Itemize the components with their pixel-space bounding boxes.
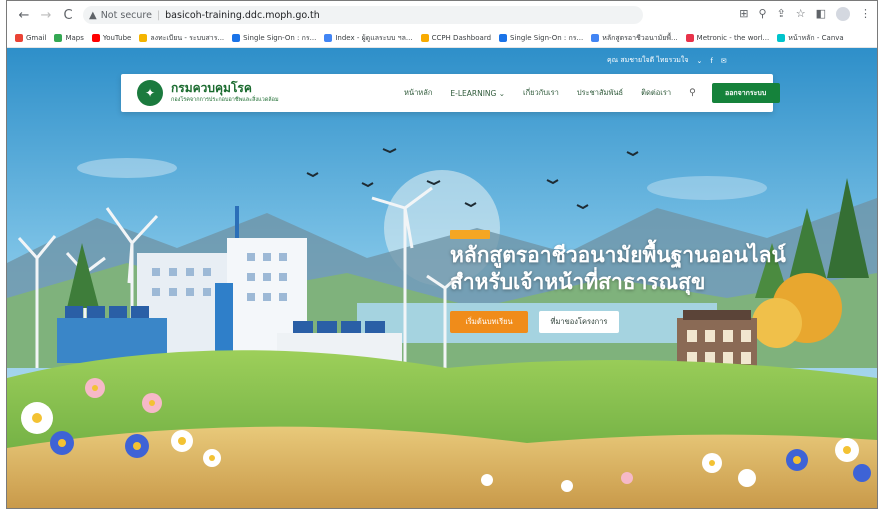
search-icon[interactable]: ⚲ bbox=[689, 88, 696, 98]
bookmark-item[interactable]: Single Sign-On : กร... bbox=[499, 33, 583, 44]
facebook-icon[interactable]: f bbox=[710, 57, 712, 65]
chevron-down-icon: ⌄ bbox=[498, 88, 506, 98]
bookmark-star-icon[interactable]: ☆ bbox=[796, 7, 806, 21]
bookmark-favicon-icon bbox=[591, 34, 600, 42]
browser-toolbar: ← → C ▲ Not secure | basicoh-training.dd… bbox=[7, 1, 877, 29]
bookmark-favicon-icon bbox=[499, 34, 508, 42]
bookmark-favicon-icon bbox=[91, 34, 100, 42]
utility-bar: คุณ สมชายใจดี ไทยรวมใจ ⌄ f ✉ bbox=[607, 55, 727, 66]
address-bar[interactable]: ▲ Not secure | basicoh-training.ddc.moph… bbox=[83, 6, 643, 24]
ddc-logo-icon[interactable]: ✦ bbox=[137, 80, 163, 106]
hero-tag bbox=[450, 230, 490, 239]
bookmark-favicon-icon bbox=[777, 34, 786, 42]
menu-item-home[interactable]: หน้าหลัก bbox=[404, 87, 432, 99]
zoom-icon[interactable]: ⚲ bbox=[758, 7, 766, 21]
bookmark-item[interactable]: CCPH Dashboard bbox=[420, 34, 491, 42]
bookmark-favicon-icon bbox=[232, 34, 241, 42]
bookmark-item[interactable]: Gmail bbox=[15, 34, 46, 42]
brand-title: กรมควบคุมโรค bbox=[171, 81, 252, 95]
bookmark-item[interactable]: ลงทะเบียน - ระบบสาร... bbox=[139, 33, 224, 44]
menu-item-elearning[interactable]: E-LEARNING ⌄ bbox=[450, 89, 505, 98]
logout-button[interactable]: ออกจากระบบ bbox=[711, 83, 780, 103]
bookmark-item[interactable]: YouTube bbox=[91, 34, 131, 42]
kebab-menu-icon[interactable]: ⋮ bbox=[860, 7, 871, 21]
mail-icon[interactable]: ✉ bbox=[721, 57, 727, 65]
site-header: ✦ กรมควบคุมโรค กองโรคจากการประกอบอาชีพแล… bbox=[121, 74, 780, 112]
not-secure-label: Not secure bbox=[100, 9, 152, 21]
project-background-button[interactable]: ที่มาของโครงการ bbox=[539, 311, 619, 333]
forward-icon[interactable]: → bbox=[39, 8, 53, 23]
chevron-down-icon: ⌄ bbox=[696, 56, 703, 65]
bookmark-item[interactable]: Index - ผู้ดูแลระบบ ฯล... bbox=[324, 33, 413, 44]
bookmark-favicon-icon bbox=[685, 34, 694, 42]
share-icon[interactable]: ⇪ bbox=[777, 7, 786, 21]
bookmark-favicon-icon bbox=[420, 34, 429, 42]
main-menu: หน้าหลัก E-LEARNING ⌄ เกี่ยวกับเรา ประชา… bbox=[404, 74, 780, 112]
brand-subtitle: กองโรคจากการประกอบอาชีพและสิ่งแวดล้อม bbox=[171, 97, 279, 103]
bookmark-favicon-icon bbox=[15, 34, 23, 42]
bookmarks-bar: Gmail Maps YouTube ลงทะเบียน - ระบบสาร... Si… bbox=[7, 29, 877, 48]
start-lesson-button[interactable]: เริ่มต้นบทเรียน bbox=[450, 311, 528, 333]
bookmark-item[interactable]: Maps bbox=[54, 34, 84, 42]
menu-item-about[interactable]: เกี่ยวกับเรา bbox=[523, 87, 559, 99]
bookmark-favicon-icon bbox=[54, 34, 63, 42]
bookmark-item[interactable]: หน้าหลัก - Canva bbox=[777, 33, 844, 44]
bookmark-item[interactable]: หลักสูตรอาชีวอนามัยพื้... bbox=[591, 33, 678, 44]
back-icon[interactable]: ← bbox=[17, 8, 31, 23]
translate-icon[interactable]: ⊞ bbox=[739, 7, 748, 21]
brand[interactable]: กรมควบคุมโรค กองโรคจากการประกอบอาชีพและส… bbox=[171, 82, 279, 104]
bookmark-favicon-icon bbox=[139, 34, 148, 42]
bookmark-favicon-icon bbox=[324, 34, 333, 42]
website-viewport: คุณ สมชายใจดี ไทยรวมใจ ⌄ f ✉ ✦ กรมควบคุม… bbox=[7, 48, 877, 508]
side-panel-icon[interactable]: ◧ bbox=[816, 7, 826, 21]
warning-icon: ▲ bbox=[89, 9, 97, 21]
url-text: basicoh-training.ddc.moph.go.th bbox=[165, 9, 320, 21]
user-menu[interactable]: คุณ สมชายใจดี ไทยรวมใจ bbox=[607, 55, 688, 66]
menu-item-news[interactable]: ประชาสัมพันธ์ bbox=[577, 87, 623, 99]
browser-window: ← → C ▲ Not secure | basicoh-training.dd… bbox=[6, 0, 878, 509]
menu-item-contact[interactable]: ติดต่อเรา bbox=[641, 87, 671, 99]
bookmark-item[interactable]: Single Sign-On : กร... bbox=[232, 33, 316, 44]
bookmark-item[interactable]: Metronic - the worl... bbox=[685, 34, 769, 42]
profile-avatar[interactable] bbox=[836, 7, 850, 21]
hero-title: หลักสูตรอาชีวอนามัยพื้นฐานออนไลน์ สำหรับ… bbox=[450, 243, 786, 294]
reload-icon[interactable]: C bbox=[61, 8, 75, 23]
